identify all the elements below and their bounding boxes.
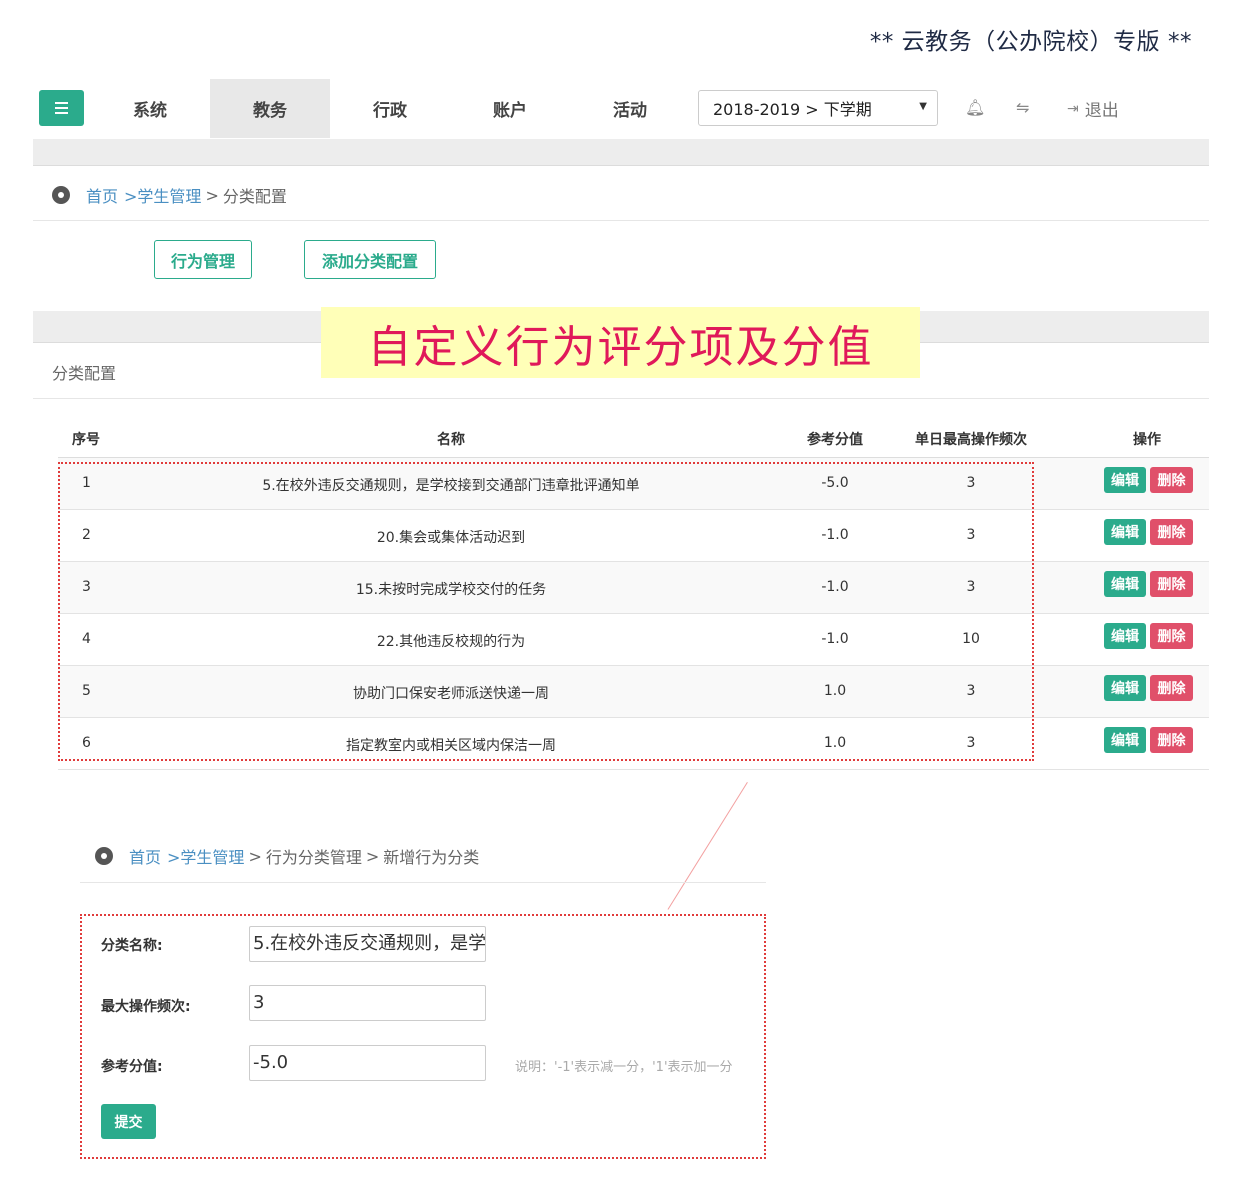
tab-system[interactable]: 系统 [90,79,210,138]
delete-button[interactable]: 删除 [1150,519,1193,545]
breadcrumb-current: 新增行为分类 [383,848,480,867]
max-frequency-label: 最大操作频次: [101,999,191,1015]
header-divider-band [33,139,1209,166]
delete-button[interactable]: 删除 [1150,571,1193,597]
delete-button[interactable]: 删除 [1150,467,1193,493]
header-name: 名称 [437,432,465,448]
category-name-input[interactable]: 5.在校外违反交通规则，是学 [249,926,486,962]
edit-button[interactable]: 编辑 [1104,675,1146,701]
header-frequency: 单日最高操作频次 [915,432,1027,448]
edit-button[interactable]: 编辑 [1104,467,1146,493]
breadcrumb-category[interactable]: 行为分类管理 [266,844,362,868]
breadcrumb: 首页 >学生管理 > 分类配置 [52,183,287,207]
bell-icon[interactable]: 🔔︎ [965,98,985,117]
edit-button[interactable]: 编辑 [1104,727,1146,753]
translate-icon[interactable]: ⇋ [1016,98,1029,117]
annotation-banner: 自定义行为评分项及分值 [321,307,920,378]
table-header: 序号 名称 参考分值 单日最高操作频次 操作 [58,420,1209,458]
edit-button[interactable]: 编辑 [1104,519,1146,545]
breadcrumb-separator: > [365,846,380,866]
max-frequency-input[interactable]: 3 [249,985,486,1021]
score-hint: 说明：'-1'表示减一分，'1'表示加一分 [515,1060,733,1075]
location-pin-icon [95,847,113,865]
breadcrumb-separator: > [205,185,219,205]
breadcrumb-separator: > [248,846,262,866]
category-name-label: 分类名称: [101,938,163,954]
section-title: 分类配置 [52,364,117,383]
reference-score-label: 参考分值: [101,1059,163,1075]
location-pin-icon [52,186,70,204]
logout-icon: ⇥ [1067,100,1079,117]
top-nav: 系统 教务 行政 账户 活动 2018-2019 > 下学期 ▼ 🔔︎ ⇋ ⇥ … [33,79,1209,138]
delete-button[interactable]: 删除 [1150,623,1193,649]
hamburger-icon [55,102,68,104]
edit-button[interactable]: 编辑 [1104,571,1146,597]
add-category-config-button[interactable]: 添加分类配置 [304,240,436,279]
breadcrumb-student[interactable]: >学生管理 [167,844,244,868]
annotation-connector-line [667,782,748,910]
edit-button[interactable]: 编辑 [1104,623,1146,649]
reference-score-input[interactable]: -5.0 [249,1045,486,1081]
tab-administration[interactable]: 行政 [330,79,450,138]
header-index: 序号 [72,432,100,448]
caret-down-icon: ▼ [919,101,927,112]
delete-button[interactable]: 删除 [1150,675,1193,701]
breadcrumb-current: 分类配置 [222,187,287,206]
header-actions: 操作 [1133,432,1161,448]
tab-academic[interactable]: 教务 [210,79,330,138]
edition-note: ** 云教务（公办院校）专版 ** [869,29,1192,55]
term-select-value: 2018-2019 > 下学期 [713,100,872,119]
behavior-management-button[interactable]: 行为管理 [154,240,252,279]
divider [33,220,1209,221]
breadcrumb-home[interactable]: 首页 [86,183,118,207]
logout-button[interactable]: ⇥ 退出 [1067,96,1119,122]
breadcrumb-student[interactable]: >学生管理 [124,183,201,207]
table-highlight-box [58,462,1034,761]
tab-activity[interactable]: 活动 [570,79,690,138]
breadcrumb-home[interactable]: 首页 [129,844,161,868]
divider [33,398,1209,399]
divider [80,882,766,883]
menu-toggle-button[interactable] [39,90,84,126]
term-select[interactable]: 2018-2019 > 下学期 ▼ [698,90,938,126]
tab-account[interactable]: 账户 [450,79,570,138]
delete-button[interactable]: 删除 [1150,727,1193,753]
breadcrumb-form: 首页 >学生管理 > 行为分类管理 > 新增行为分类 [95,844,479,868]
submit-button[interactable]: 提交 [101,1104,156,1139]
header-score: 参考分值 [807,432,863,448]
logout-label: 退出 [1084,101,1119,121]
